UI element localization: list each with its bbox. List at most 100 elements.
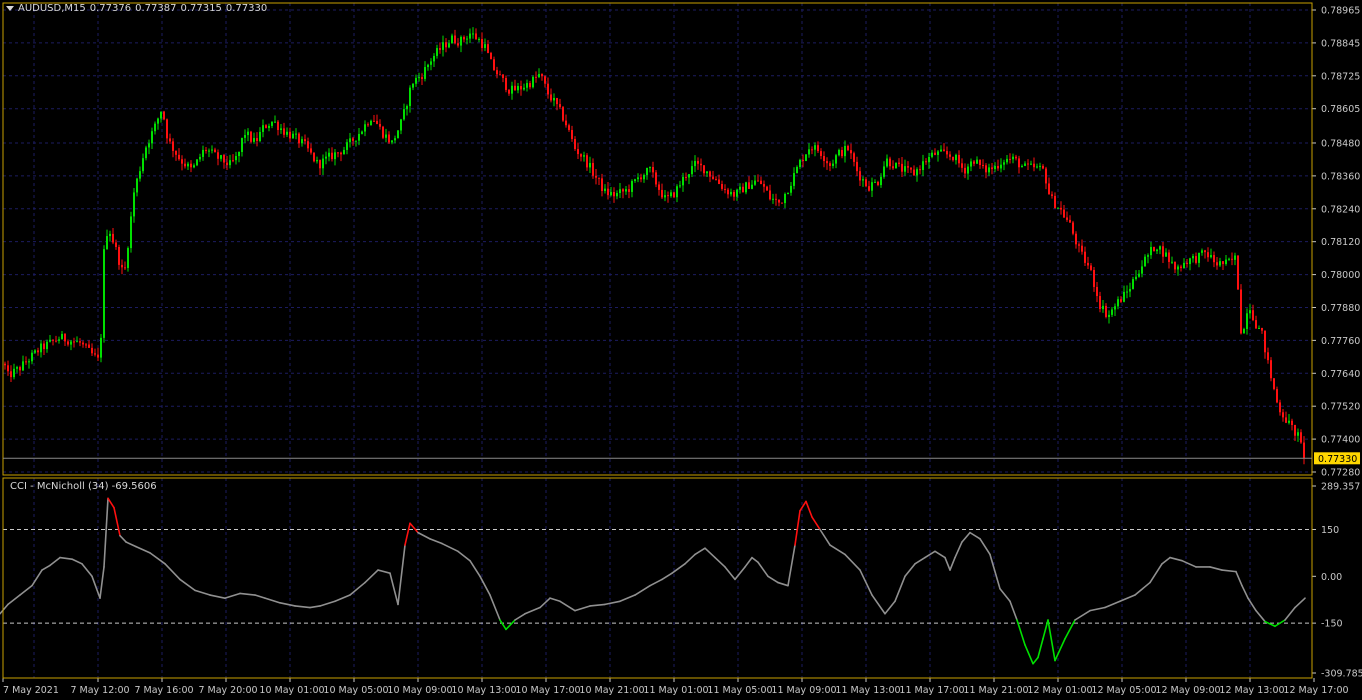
candle-body (937, 151, 939, 155)
candle-body (505, 78, 507, 90)
candle-body (973, 161, 975, 164)
candle-body (1171, 261, 1173, 263)
candle-body (403, 109, 405, 120)
candle-body (622, 189, 624, 192)
candle-body (526, 83, 528, 88)
candle-body (187, 163, 189, 167)
cci-tick-label: -150 (1321, 619, 1343, 630)
candle-body (1078, 244, 1080, 246)
candle-body (565, 120, 567, 126)
candle-body (244, 135, 246, 138)
candle-body (4, 363, 6, 366)
candle-body (1021, 165, 1023, 168)
close-value: 0.77330 (225, 3, 268, 14)
candle-body (508, 89, 510, 94)
candle-body (358, 133, 360, 141)
candle-body (640, 177, 642, 180)
candle-body (868, 186, 870, 191)
candle-body (58, 339, 60, 341)
candle-body (856, 161, 858, 172)
candle-body (427, 64, 429, 68)
candle-body (739, 186, 741, 190)
cci-tick-label: -309.7855 (1321, 669, 1362, 680)
candle-body (919, 169, 921, 171)
time-label: 12 May 17:00 (1283, 685, 1348, 696)
price-chart[interactable]: 0.78965 0.78845 0.78725 0.78605 0.78480 0.783… (0, 0, 1362, 700)
candle-body (820, 151, 822, 156)
candle-body (748, 182, 750, 189)
candle-body (838, 149, 840, 156)
candle-body (664, 195, 666, 198)
candle-body (40, 343, 42, 353)
candle-body (496, 70, 498, 75)
candle-body (1288, 420, 1290, 423)
candle-body (703, 165, 705, 174)
candle-body (1006, 158, 1008, 163)
time-label: 7 May 16:00 (134, 685, 193, 696)
candle-body (718, 179, 720, 184)
candle-body (511, 85, 513, 94)
candle-body (1009, 158, 1011, 160)
candle-body (199, 156, 201, 160)
candle-body (760, 180, 762, 185)
candle-body (871, 182, 873, 191)
candle-body (1159, 246, 1161, 250)
candle-body (445, 42, 447, 48)
candle-body (340, 152, 342, 155)
candle-body (232, 160, 234, 162)
candle-body (478, 39, 480, 41)
candle-body (367, 124, 369, 126)
candle-body (217, 152, 219, 159)
candle-body (31, 352, 33, 362)
candle-body (304, 139, 306, 142)
candle-body (847, 145, 849, 151)
candle-body (970, 161, 972, 167)
candle-body (1030, 163, 1032, 165)
candle-body (37, 350, 39, 353)
candle-body (1162, 246, 1164, 257)
candle-body (1096, 286, 1098, 297)
candle-body (493, 59, 495, 71)
candle-body (955, 154, 957, 161)
candle-body (46, 341, 48, 350)
candle-body (1210, 255, 1212, 258)
indicator-title: CCI - McNicholl (34) (10, 481, 109, 492)
candle-body (1180, 266, 1182, 269)
time-label: 11 May 21:00 (963, 685, 1028, 696)
candle-body (43, 343, 45, 350)
candle-body (214, 149, 216, 153)
time-label: 10 May 01:00 (259, 685, 324, 696)
candle-body (262, 125, 264, 132)
candle-body (574, 138, 576, 150)
candle-body (295, 133, 297, 135)
candle-body (82, 342, 84, 345)
price-tick-label: 0.78000 (1321, 270, 1360, 281)
candle-body (148, 143, 150, 148)
candle-body (1228, 258, 1230, 260)
candle-body (850, 150, 852, 154)
candle-body (373, 120, 375, 122)
candle-body (550, 94, 552, 101)
candle-body (772, 198, 774, 200)
candle-body (1072, 222, 1074, 234)
candle-body (997, 165, 999, 169)
candle-body (322, 158, 324, 169)
chevron-down-icon[interactable] (6, 5, 14, 11)
price-tick-label: 0.77400 (1321, 435, 1360, 446)
candle-body (64, 333, 66, 342)
candle-body (1252, 310, 1254, 321)
candle-body (280, 128, 282, 131)
candle-body (655, 172, 657, 185)
candle-body (637, 177, 639, 180)
candle-body (142, 158, 144, 172)
candle-body (910, 167, 912, 170)
candle-body (877, 181, 879, 186)
candle-body (769, 190, 771, 200)
candle-body (889, 158, 891, 167)
candle-body (523, 87, 525, 90)
candle-body (922, 161, 924, 170)
candle-body (274, 121, 276, 123)
candle-body (463, 36, 465, 40)
candle-body (247, 131, 249, 136)
time-label: 11 May 01:00 (643, 685, 708, 696)
